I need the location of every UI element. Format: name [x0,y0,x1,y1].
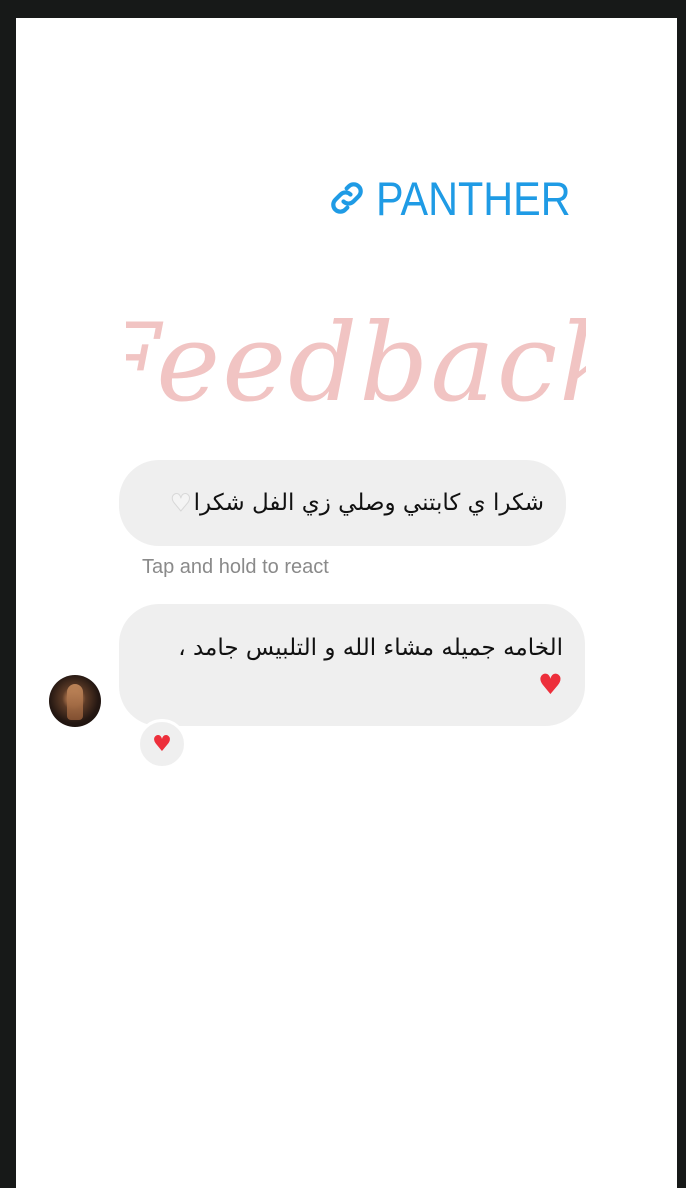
message-bubble[interactable]: شكرا ي كابتني وصلي زي الفل شكرا ♥ [119,460,566,546]
avatar-figure [67,684,83,720]
message-bubble[interactable]: الخامه جميله مشاء الله و التلبيس جامد ، … [119,604,585,726]
message-text: شكرا ي كابتني وصلي زي الفل شكرا [193,490,544,516]
feedback-title: Feedback [126,301,586,426]
avatar[interactable] [49,675,101,727]
message-text: الخامه جميله مشاء الله و التلبيس جامد ، [178,635,563,661]
white-heart-icon: ♥ [170,489,192,518]
react-hint: Tap and hold to react [142,556,329,578]
red-heart-reaction-icon: ♥ [152,731,172,757]
red-heart-icon: ♥ [537,668,563,701]
link-icon [326,177,368,219]
story-card: PANTHER Feedback شكرا ي كابتني وصلي زي ا… [16,18,677,1188]
link-sticker[interactable]: PANTHER [326,168,597,228]
reaction-badge[interactable]: ♥ [137,719,187,769]
screen-top-edge [0,0,686,18]
feedback-title-text: Feedback [126,301,586,426]
link-sticker-text: PANTHER [376,171,571,225]
